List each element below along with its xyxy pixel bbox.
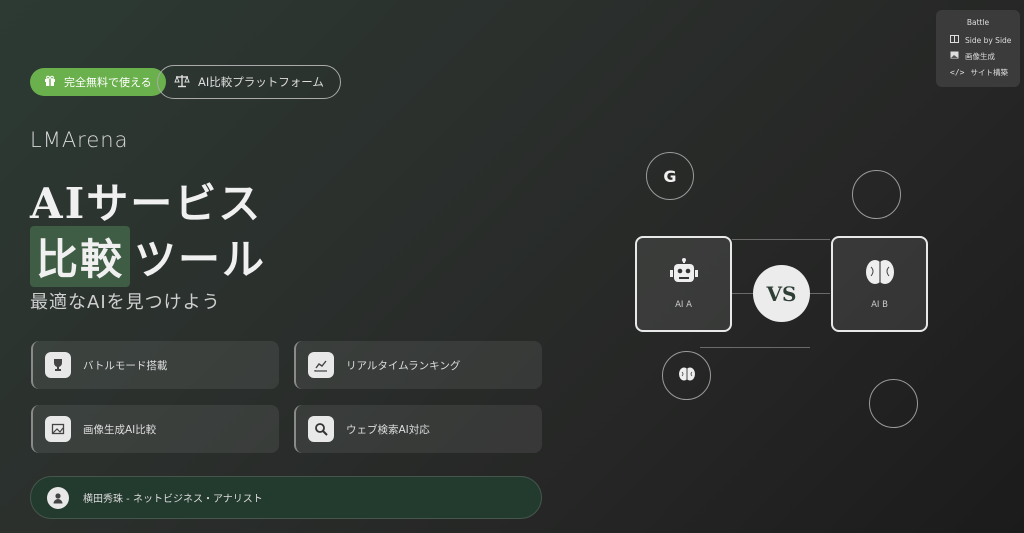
feature-card-search[interactable]: ウェブ検索AI対応 [294, 405, 542, 453]
subtitle: 最適なAIを見つけよう [30, 292, 221, 313]
chart-icon [308, 352, 334, 378]
ai-b-box: AI B [831, 236, 928, 332]
feature-label: 画像生成AI比較 [83, 423, 157, 436]
scale-icon [174, 74, 190, 91]
gift-icon [44, 75, 56, 90]
feature-card-image[interactable]: 画像生成AI比較 [31, 405, 279, 453]
headline-line1: AIサービス [30, 179, 263, 228]
menu-item-image[interactable]: 画像生成 [936, 48, 1020, 64]
ai-a-label: AI A [675, 300, 692, 310]
empty-node [852, 170, 901, 219]
image-icon [950, 51, 959, 61]
trophy-icon [45, 352, 71, 378]
connector-line [700, 347, 810, 348]
code-icon: </> [950, 67, 965, 77]
headline-highlight: 比較 [30, 226, 131, 287]
user-icon [47, 486, 69, 509]
google-icon: G [663, 166, 677, 186]
feature-card-ranking[interactable]: リアルタイムランキング [294, 341, 542, 389]
ai-b-label: AI B [871, 300, 888, 310]
robot-icon [669, 258, 699, 290]
author-bar[interactable]: 横田秀珠 - ネットビジネス・アナリスト [30, 476, 542, 519]
headline-rest: ツール [134, 235, 267, 284]
brain-node [662, 351, 711, 400]
brain-icon [865, 258, 895, 290]
battle-menu-title: Battle [966, 18, 990, 27]
platform-badge[interactable]: AI比較プラットフォーム [157, 65, 341, 99]
free-badge[interactable]: 完全無料で使える [30, 68, 166, 96]
ai-a-box: AI A [635, 236, 732, 332]
platform-badge-label: AI比較プラットフォーム [198, 75, 324, 89]
headline-line2: 比較 ツール [30, 226, 266, 287]
author-name: 横田秀珠 - ネットビジネス・アナリスト [83, 494, 263, 505]
brand-name: LMArena [30, 128, 129, 152]
search-icon [308, 416, 334, 442]
empty-node [869, 379, 918, 428]
feature-label: ウェブ検索AI対応 [346, 423, 430, 436]
menu-item-side-by-side[interactable]: Side by Side [936, 32, 1020, 48]
feature-label: リアルタイムランキング [346, 359, 461, 372]
columns-icon [950, 35, 959, 45]
vs-badge: VS [753, 265, 810, 322]
google-node: G [646, 152, 694, 200]
menu-item-site[interactable]: </> サイト構築 [936, 64, 1020, 80]
brain-icon [678, 366, 696, 386]
free-badge-label: 完全無料で使える [64, 76, 152, 89]
feature-label: バトルモード搭載 [83, 359, 168, 372]
battle-menu: Battle Side by Side 画像生成 </> サイト構築 [936, 10, 1020, 87]
connector-line [732, 239, 830, 240]
image-icon [45, 416, 71, 442]
feature-card-battle[interactable]: バトルモード搭載 [31, 341, 279, 389]
